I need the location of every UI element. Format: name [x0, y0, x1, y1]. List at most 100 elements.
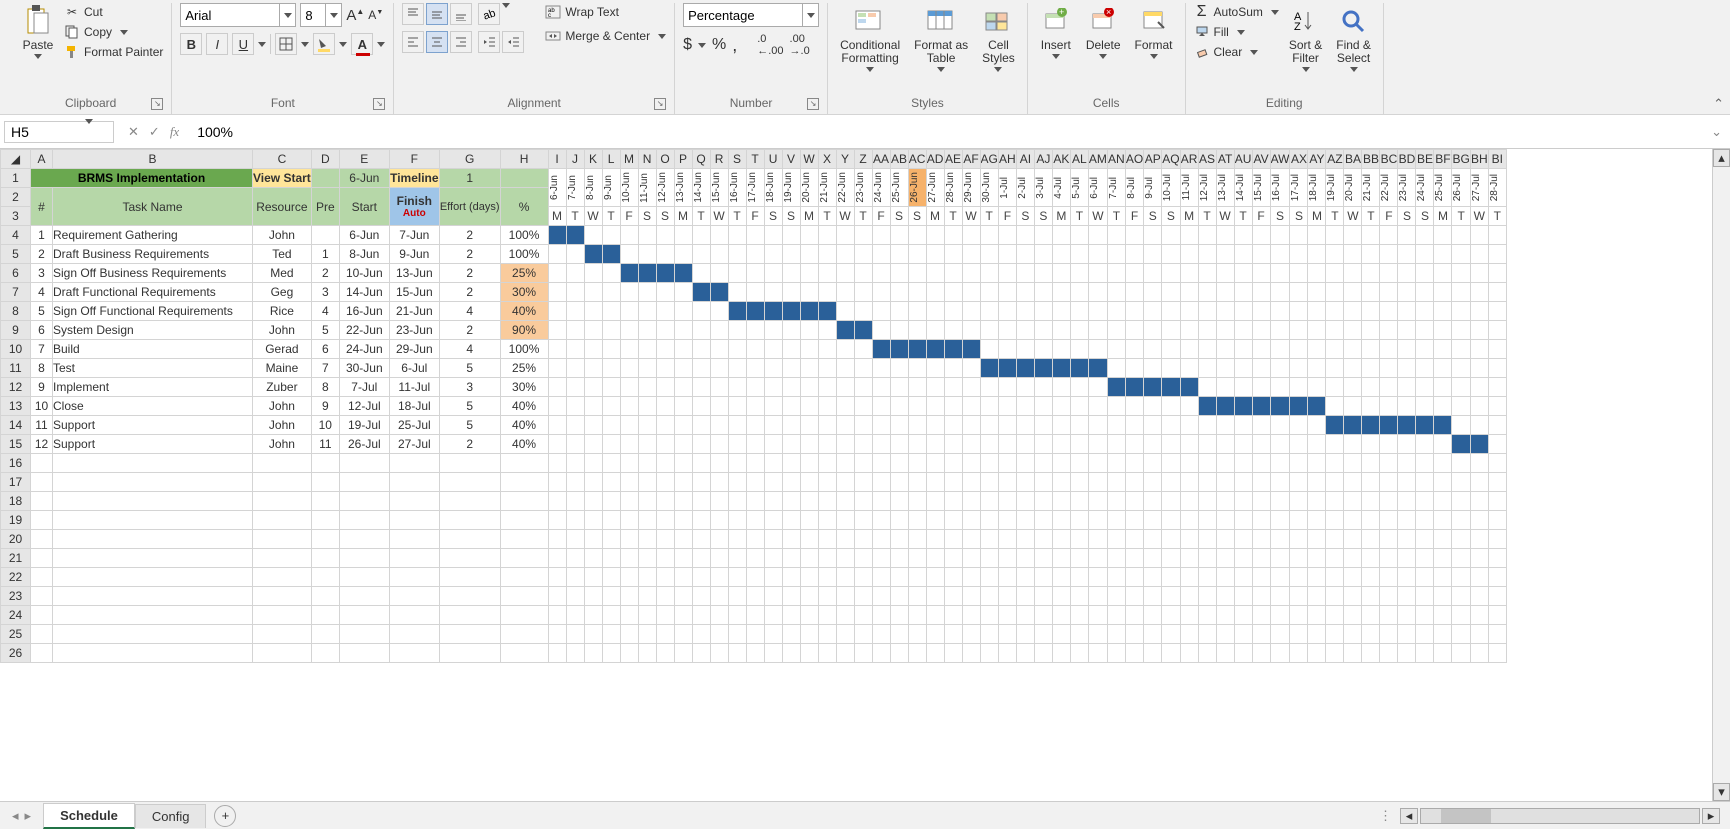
gantt-cell[interactable] [1398, 226, 1416, 245]
gantt-cell[interactable] [800, 435, 818, 454]
cell[interactable] [584, 511, 602, 530]
gantt-cell[interactable] [710, 245, 728, 264]
gantt-cell[interactable] [872, 359, 890, 378]
gantt-cell[interactable] [656, 264, 674, 283]
cell[interactable] [1290, 473, 1308, 492]
gantt-cell[interactable] [908, 226, 926, 245]
cell[interactable] [782, 644, 800, 663]
cell[interactable] [1070, 492, 1088, 511]
gantt-cell[interactable] [1016, 416, 1034, 435]
new-sheet-button[interactable]: + [214, 805, 236, 827]
gantt-cell[interactable] [602, 397, 620, 416]
cell[interactable] [339, 511, 389, 530]
cell[interactable] [1034, 549, 1052, 568]
cell[interactable] [1326, 492, 1344, 511]
italic-button[interactable]: I [206, 33, 228, 55]
cell[interactable]: 100% [500, 340, 548, 359]
gantt-cell[interactable] [1252, 340, 1270, 359]
col-header[interactable]: AA [872, 150, 890, 169]
gantt-cell[interactable] [764, 416, 782, 435]
cell[interactable] [890, 568, 908, 587]
cell[interactable] [602, 587, 620, 606]
gantt-cell[interactable] [1434, 321, 1452, 340]
gantt-cell[interactable] [818, 416, 836, 435]
cell[interactable] [53, 587, 253, 606]
gantt-cell[interactable] [1088, 302, 1107, 321]
gantt-cell[interactable] [1070, 435, 1088, 454]
cell[interactable] [656, 530, 674, 549]
gantt-cell[interactable] [854, 302, 872, 321]
cell[interactable] [764, 568, 782, 587]
gantt-cell[interactable] [1326, 283, 1344, 302]
gantt-cell[interactable] [566, 435, 584, 454]
gantt-cell[interactable] [1180, 264, 1198, 283]
cell[interactable]: 9-Jun [389, 245, 439, 264]
chevron-down-icon[interactable] [339, 42, 347, 47]
gantt-cell[interactable] [1016, 283, 1034, 302]
cell[interactable] [782, 454, 800, 473]
cell[interactable] [782, 530, 800, 549]
cell[interactable] [1488, 549, 1506, 568]
cell[interactable] [1290, 568, 1308, 587]
cell[interactable] [836, 511, 854, 530]
col-header[interactable]: AD [926, 150, 944, 169]
col-header[interactable]: BD [1398, 150, 1416, 169]
align-middle-button[interactable] [426, 3, 448, 25]
gantt-cell[interactable] [1016, 378, 1034, 397]
worksheet-grid[interactable]: ◢ABCDEFGHIJKLMNOPQRSTUVWXYZAAABACADAEAFA… [0, 149, 1730, 663]
gantt-cell[interactable] [872, 226, 890, 245]
cell[interactable] [548, 606, 566, 625]
cell[interactable] [311, 492, 339, 511]
cell[interactable]: Implement [53, 378, 253, 397]
gantt-cell[interactable] [836, 359, 854, 378]
cell[interactable] [1452, 625, 1470, 644]
gantt-cell[interactable] [998, 264, 1016, 283]
gantt-cell[interactable] [836, 283, 854, 302]
gantt-cell[interactable] [692, 416, 710, 435]
cell[interactable] [1290, 492, 1308, 511]
cell[interactable] [638, 625, 656, 644]
row-header[interactable]: 24 [1, 606, 31, 625]
cell[interactable]: 5 [439, 416, 500, 435]
gantt-cell[interactable] [746, 378, 764, 397]
gantt-cell[interactable] [1070, 359, 1088, 378]
cell-styles-button[interactable]: Cell Styles [978, 3, 1019, 74]
gantt-cell[interactable] [548, 321, 566, 340]
gantt-cell[interactable] [548, 435, 566, 454]
cell[interactable] [389, 511, 439, 530]
cell[interactable] [1252, 644, 1270, 663]
cell[interactable] [548, 473, 566, 492]
gantt-cell[interactable] [818, 435, 836, 454]
gantt-cell[interactable] [800, 283, 818, 302]
cell[interactable] [872, 568, 890, 587]
cell[interactable] [980, 473, 998, 492]
cell[interactable] [674, 606, 692, 625]
chevron-down-icon[interactable] [280, 3, 296, 27]
cell[interactable] [1270, 587, 1290, 606]
cell[interactable]: 4 [311, 302, 339, 321]
gantt-cell[interactable] [1034, 226, 1052, 245]
col-header[interactable]: AR [1180, 150, 1198, 169]
cell[interactable] [998, 492, 1016, 511]
gantt-cell[interactable] [1362, 397, 1380, 416]
cell[interactable] [638, 492, 656, 511]
cell[interactable] [1344, 549, 1362, 568]
chevron-down-icon[interactable] [502, 3, 510, 8]
cell[interactable] [692, 587, 710, 606]
gantt-cell[interactable] [1234, 397, 1252, 416]
gantt-cell[interactable] [674, 283, 692, 302]
col-header[interactable]: AH [998, 150, 1016, 169]
gantt-cell[interactable] [1270, 302, 1290, 321]
cell[interactable] [1107, 568, 1125, 587]
gantt-cell[interactable] [1270, 283, 1290, 302]
cell[interactable] [800, 625, 818, 644]
gantt-cell[interactable] [1088, 359, 1107, 378]
gantt-cell[interactable] [1144, 302, 1162, 321]
cell[interactable] [1034, 625, 1052, 644]
gantt-cell[interactable] [1398, 416, 1416, 435]
cell[interactable] [1270, 511, 1290, 530]
tab-nav-next-icon[interactable]: ▸ [25, 808, 32, 824]
cell[interactable] [548, 492, 566, 511]
gantt-cell[interactable] [566, 340, 584, 359]
col-header[interactable]: G [439, 150, 500, 169]
